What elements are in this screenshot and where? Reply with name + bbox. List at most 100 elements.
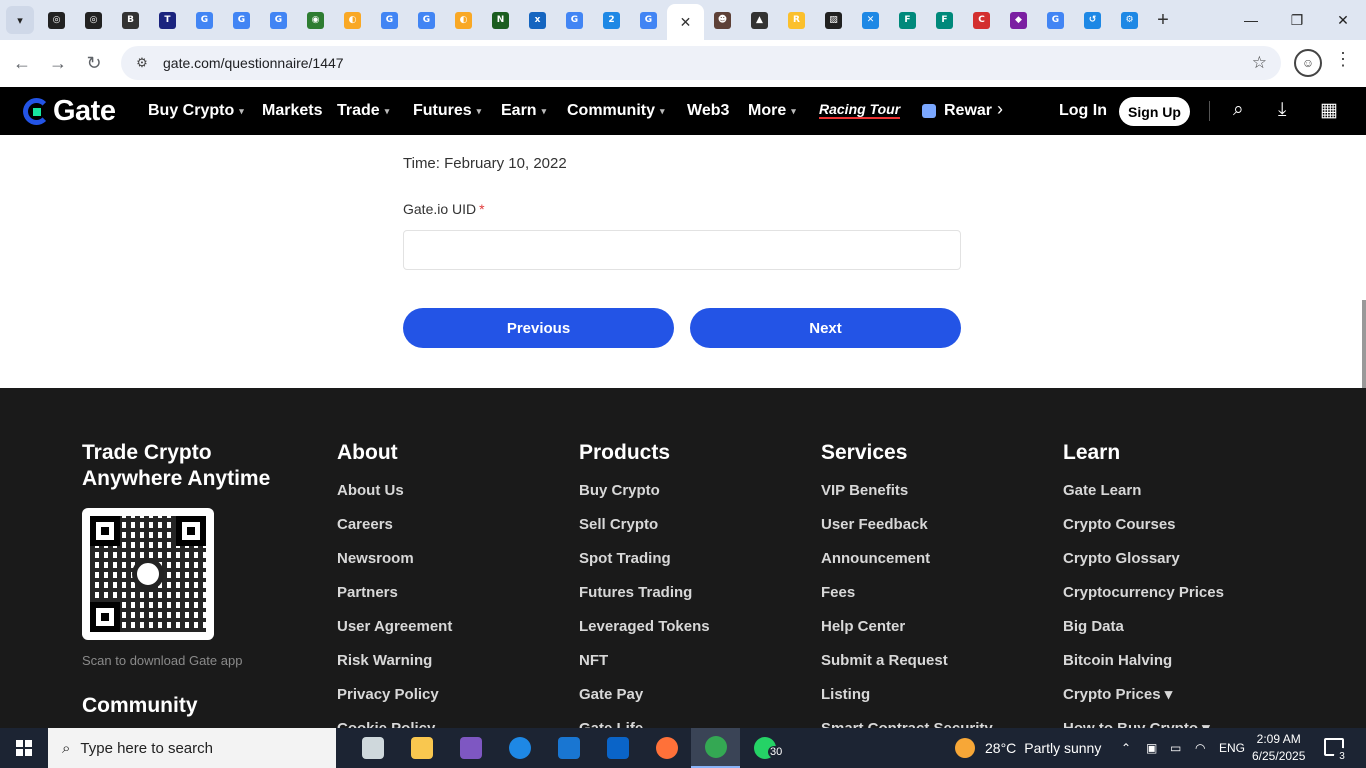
arrow-tab[interactable]: ▲ bbox=[741, 0, 778, 40]
globe-tab[interactable]: ◉ bbox=[297, 0, 334, 40]
whatsapp-taskbar-button[interactable]: 30 bbox=[740, 728, 789, 768]
google-tab[interactable]: G bbox=[1037, 0, 1074, 40]
footer-link[interactable]: Partners bbox=[337, 584, 452, 618]
firefox-taskbar-button[interactable] bbox=[642, 728, 691, 768]
bookmark-star-icon[interactable]: ☆ bbox=[1252, 53, 1267, 73]
edge-taskbar-button[interactable] bbox=[495, 728, 544, 768]
app-tab[interactable]: ◐ bbox=[334, 0, 371, 40]
footer-link[interactable]: Leveraged Tokens bbox=[579, 618, 710, 652]
store-taskbar-button[interactable] bbox=[544, 728, 593, 768]
nav-more[interactable]: More ▾ bbox=[748, 87, 796, 135]
footer-link[interactable]: Listing bbox=[821, 686, 993, 720]
reload-icon[interactable]: ↻ bbox=[76, 46, 112, 82]
download-icon[interactable]: ⤓ bbox=[1278, 99, 1286, 121]
openai-tab-2[interactable]: ◎ bbox=[75, 0, 112, 40]
footer-link[interactable]: Futures Trading bbox=[579, 584, 710, 618]
google-tab[interactable]: G bbox=[371, 0, 408, 40]
wifi-icon[interactable]: ◠ bbox=[1195, 728, 1205, 768]
footer-link[interactable]: How to Buy Crypto ▾ bbox=[1063, 720, 1224, 728]
login-link[interactable]: Log In bbox=[1059, 87, 1107, 135]
footer-link[interactable]: Big Data bbox=[1063, 618, 1224, 652]
nav-buy-crypto[interactable]: Buy Crypto ▾ bbox=[148, 87, 244, 135]
browser-menu-icon[interactable]: ⋮ bbox=[1334, 49, 1352, 70]
footer-link[interactable]: NFT bbox=[579, 652, 710, 686]
google-tab[interactable]: G bbox=[630, 0, 667, 40]
footer-link[interactable]: Crypto Glossary bbox=[1063, 550, 1224, 584]
footer-link[interactable]: Spot Trading bbox=[579, 550, 710, 584]
footer-link[interactable]: Cryptocurrency Prices bbox=[1063, 584, 1224, 618]
google-tab[interactable]: G bbox=[260, 0, 297, 40]
system-clock[interactable]: 2:09 AM 6/25/2025 bbox=[1252, 731, 1305, 765]
two-tab[interactable]: 2 bbox=[593, 0, 630, 40]
google-tab[interactable]: G bbox=[556, 0, 593, 40]
taskbar-search[interactable]: ⌕ Type here to search bbox=[48, 728, 336, 768]
c-tab[interactable]: C bbox=[963, 0, 1000, 40]
footer-link[interactable]: Buy Crypto bbox=[579, 482, 710, 516]
footer-link[interactable]: Sell Crypto bbox=[579, 516, 710, 550]
back-arrow-icon[interactable]: ← bbox=[4, 46, 40, 82]
search-icon[interactable]: ⌕ bbox=[1233, 99, 1244, 121]
bitcoin-tab[interactable]: B bbox=[112, 0, 149, 40]
footer-link[interactable]: Announcement bbox=[821, 550, 993, 584]
nav-community[interactable]: Community ▾ bbox=[567, 87, 665, 135]
r-tab[interactable]: R bbox=[778, 0, 815, 40]
app-tab[interactable]: ◐ bbox=[445, 0, 482, 40]
ruler-tab[interactable]: ▨ bbox=[815, 0, 852, 40]
window-close-icon[interactable]: ✕ bbox=[1320, 0, 1366, 40]
rewards-link[interactable]: Rewar bbox=[922, 87, 992, 135]
footer-link[interactable]: Privacy Policy bbox=[337, 686, 452, 720]
footer-link[interactable]: Newsroom bbox=[337, 550, 452, 584]
racing-tour-banner[interactable]: Racing Tour bbox=[819, 101, 901, 119]
tray-chevron-icon[interactable]: ⌃ bbox=[1121, 728, 1131, 768]
meet-now-icon[interactable]: ▣ bbox=[1146, 728, 1157, 768]
footer-link[interactable]: Crypto Courses bbox=[1063, 516, 1224, 550]
signup-button[interactable]: Sign Up bbox=[1119, 97, 1190, 126]
f-tab[interactable]: F bbox=[889, 0, 926, 40]
footer-link[interactable]: Fees bbox=[821, 584, 993, 618]
ttp-tab[interactable]: T bbox=[149, 0, 186, 40]
site-info-icon[interactable]: ⚙ bbox=[127, 55, 157, 71]
task-view-taskbar-button[interactable] bbox=[348, 728, 397, 768]
url-text[interactable]: gate.com/questionnaire/1447 bbox=[163, 55, 344, 71]
tab-search-chevron-icon[interactable]: ▾ bbox=[6, 6, 34, 34]
history-tab[interactable]: ↺ bbox=[1074, 0, 1111, 40]
footer-link[interactable]: Careers bbox=[337, 516, 452, 550]
apps-grid-icon[interactable]: ▦ bbox=[1320, 99, 1338, 122]
person-tab[interactable]: ☻ bbox=[704, 0, 741, 40]
footer-link[interactable]: About Us bbox=[337, 482, 452, 516]
x-tab[interactable]: ✕ bbox=[852, 0, 889, 40]
start-button[interactable] bbox=[0, 728, 48, 768]
nav-earn[interactable]: Earn ▾ bbox=[501, 87, 546, 135]
gate-logo[interactable]: Gate bbox=[23, 95, 116, 128]
nav-scroll-right-icon[interactable]: › bbox=[997, 99, 1003, 120]
file-explorer-taskbar-button[interactable] bbox=[397, 728, 446, 768]
google-tab[interactable]: G bbox=[408, 0, 445, 40]
uid-input[interactable] bbox=[403, 230, 961, 270]
footer-link[interactable]: User Agreement bbox=[337, 618, 452, 652]
new-tab-plus-icon[interactable]: + bbox=[1148, 9, 1178, 32]
xf-tab[interactable]: x bbox=[519, 0, 556, 40]
openai-tab[interactable]: ◎ bbox=[38, 0, 75, 40]
minimize-icon[interactable]: — bbox=[1228, 0, 1274, 40]
previous-button[interactable]: Previous bbox=[403, 308, 674, 348]
close-icon[interactable]: ✕ bbox=[680, 14, 692, 31]
footer-link[interactable]: User Feedback bbox=[821, 516, 993, 550]
footer-link[interactable]: Gate Life bbox=[579, 720, 710, 728]
footer-link[interactable]: Bitcoin Halving bbox=[1063, 652, 1224, 686]
nav-trade[interactable]: Trade ▾ bbox=[337, 87, 389, 135]
footer-link[interactable]: Gate Pay bbox=[579, 686, 710, 720]
f-tab-2[interactable]: F bbox=[926, 0, 963, 40]
nav-web3[interactable]: Web3 bbox=[687, 87, 729, 135]
language-indicator[interactable]: ENG bbox=[1219, 728, 1245, 768]
footer-link[interactable]: Risk Warning bbox=[337, 652, 452, 686]
footer-link[interactable]: Help Center bbox=[821, 618, 993, 652]
google-tab[interactable]: G bbox=[223, 0, 260, 40]
battery-icon[interactable]: ▭ bbox=[1170, 728, 1181, 768]
google-tab[interactable]: G bbox=[186, 0, 223, 40]
footer-link[interactable]: Smart Contract Security bbox=[821, 720, 993, 728]
weather-widget[interactable]: 28°C Partly sunny bbox=[955, 728, 1101, 768]
active-tab[interactable]: ✕ bbox=[667, 4, 704, 40]
footer-link[interactable]: Crypto Prices ▾ bbox=[1063, 686, 1224, 720]
forward-arrow-icon[interactable]: → bbox=[40, 46, 76, 82]
footer-link[interactable]: Cookie Policy bbox=[337, 720, 452, 728]
